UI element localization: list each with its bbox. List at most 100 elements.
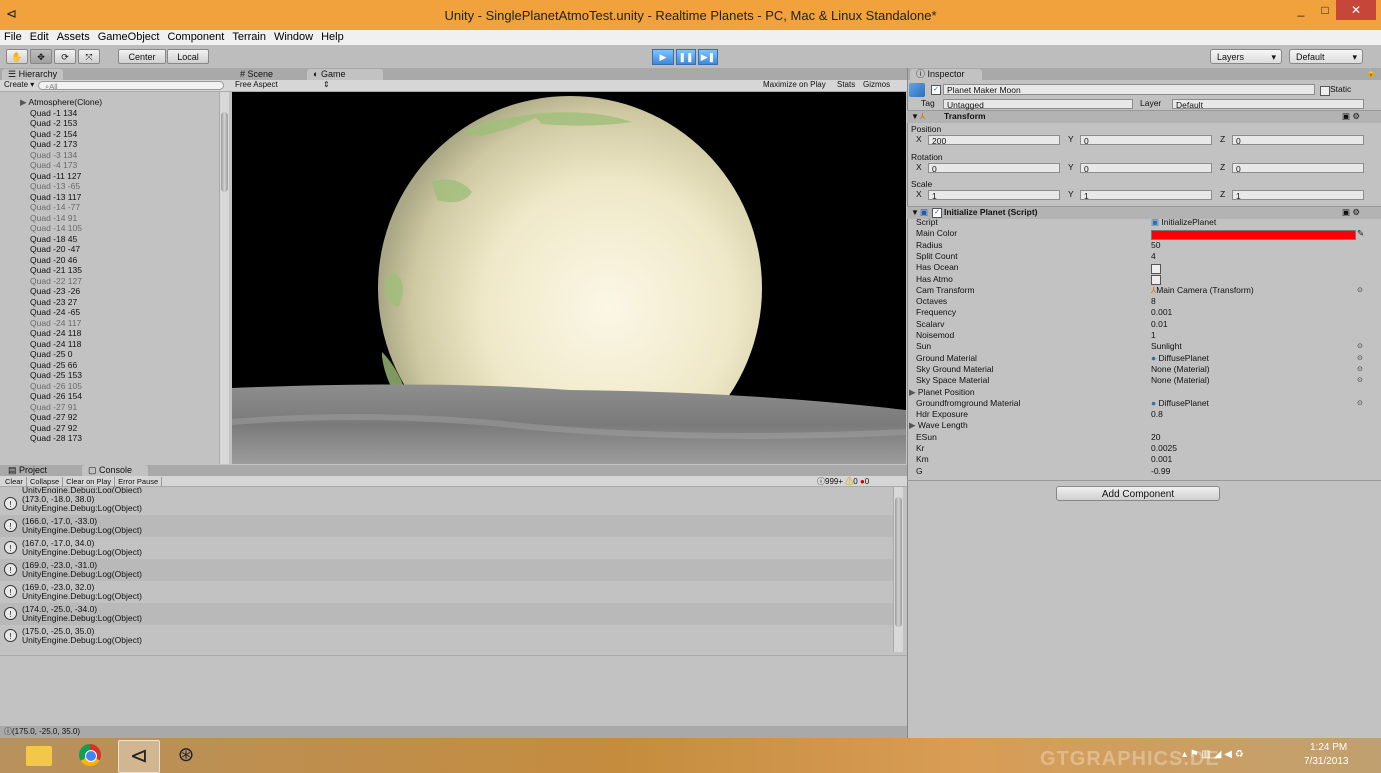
menu-terrain[interactable]: Terrain [228,30,270,45]
create-dropdown[interactable]: Create ▾ [4,80,34,89]
prop-value[interactable]: ● DiffusePlanet [1151,398,1209,409]
hierarchy-item[interactable]: Quad -25 0 [30,349,73,360]
hierarchy-item[interactable]: Quad -20 -47 [30,244,80,255]
menu-window[interactable]: Window [270,30,317,45]
hierarchy-scrollbar[interactable] [219,92,229,464]
static-checkbox[interactable] [1320,86,1330,96]
object-picker-icon[interactable]: ⊙ [1357,354,1363,362]
remote-desktop-icon[interactable]: ⊛ [166,740,206,771]
play-button[interactable]: ▶ [652,49,674,65]
hierarchy-item[interactable]: Quad -21 135 [30,265,82,276]
prop-value[interactable]: None (Material) [1151,364,1210,375]
scale-tool-button[interactable]: ⤧ [78,49,100,64]
move-tool-button[interactable]: ✥ [30,49,52,64]
foldout-arrow-icon[interactable]: ▶ [909,387,918,397]
hierarchy-item[interactable]: Quad -14 105 [30,223,82,234]
eyedropper-icon[interactable]: ✎ [1357,228,1364,239]
menu-component[interactable]: Component [163,30,228,45]
tab-scene[interactable]: # Scene [234,69,279,80]
foldout-icon[interactable]: ▼ [911,111,919,122]
object-picker-icon[interactable]: ⊙ [1357,342,1363,350]
prop-value[interactable]: 0.01 [1151,319,1168,330]
object-picker-icon[interactable]: ⊙ [1357,376,1363,384]
menu-assets[interactable]: Assets [53,30,94,45]
hierarchy-item[interactable]: Quad -14 91 [30,213,77,224]
hierarchy-item[interactable]: Quad -14 -77 [30,202,80,213]
object-picker-icon[interactable]: ⊙ [1357,286,1363,294]
menu-gameobject[interactable]: GameObject [94,30,164,45]
prop-value[interactable]: 0.001 [1151,454,1172,465]
hierarchy-item[interactable]: Quad -13 117 [30,192,81,203]
hierarchy-item[interactable]: Quad -2 173 [30,139,77,150]
hierarchy-item[interactable]: Quad -23 27 [30,297,77,308]
tab-game[interactable]: ◐ Game [307,69,383,80]
hierarchy-item[interactable]: Quad -25 66 [30,360,77,371]
gear-icon[interactable]: ▣ ⚙ [1342,207,1360,218]
prop-value[interactable]: 20 [1151,432,1160,443]
console-entry[interactable]: ! (167.0, -17.0, 34.0) UnityEngine.Debug:L… [0,537,893,559]
gear-icon[interactable]: ▣ ⚙ [1342,111,1360,122]
hierarchy-item[interactable]: Quad -26 105 [30,381,82,392]
rotation-z-field[interactable]: 0 [1232,163,1364,174]
pause-button[interactable]: ❚❚ [676,49,696,65]
menu-help[interactable]: Help [317,30,348,45]
console-entry[interactable]: ! (169.0, -23.0, 32.0) UnityEngine.Debug:L… [0,581,893,603]
tab-inspector[interactable]: ⓘ Inspector [910,69,982,80]
minimize-button[interactable]: _ [1288,0,1314,20]
prop-value[interactable]: 8 [1151,296,1156,307]
rotation-y-field[interactable]: 0 [1080,163,1212,174]
console-scrollbar[interactable] [893,487,903,652]
chrome-icon[interactable] [70,740,110,771]
hierarchy-item[interactable]: Quad -18 45 [30,234,77,245]
menu-edit[interactable]: Edit [26,30,53,45]
console-entry[interactable]: ! (169.0, -23.0, -31.0) UnityEngine.Debug:… [0,559,893,581]
tray-icons[interactable]: ▴ ⚑ ▥ ◢ ◀ ♻ [1182,749,1244,760]
maximize-on-play-toggle[interactable]: Maximize on Play [763,80,826,89]
gizmos-dropdown[interactable]: Gizmos [863,80,890,89]
hierarchy-item[interactable]: Quad -24 118 [30,339,81,350]
hierarchy-item[interactable]: Quad -22 127 [30,276,82,287]
position-y-field[interactable]: 0 [1080,135,1212,146]
position-x-field[interactable]: 200 [928,135,1060,146]
console-entry[interactable]: ! (173.0, -18.0, 38.0) UnityEngine.Debug:L… [0,493,893,515]
close-button[interactable]: ✕ [1336,0,1376,20]
hierarchy-item[interactable]: Quad -1 134 [30,108,77,119]
has-ocean-checkbox[interactable] [1151,264,1161,274]
hierarchy-item[interactable]: Quad -24 -65 [30,307,80,318]
hierarchy-item[interactable]: Quad -24 118 [30,328,81,339]
hierarchy-scroll-thumb[interactable] [221,112,228,192]
prop-value[interactable]: 50 [1151,240,1160,251]
main-color-field[interactable] [1151,230,1356,240]
hierarchy-item[interactable]: Quad -3 134 [30,150,77,161]
console-entry[interactable]: ! (166.0, -17.0, -33.0) UnityEngine.Debug:… [0,515,893,537]
rotation-x-field[interactable]: 0 [928,163,1060,174]
pivot-center-button[interactable]: Center [118,49,166,64]
hierarchy-item[interactable]: Quad -13 -65 [30,181,80,192]
hierarchy-item[interactable]: Quad -2 154 [30,129,77,140]
hierarchy-item[interactable]: Quad -20 46 [30,255,77,266]
hierarchy-item[interactable]: Quad -2 153 [30,118,77,129]
active-checkbox[interactable]: ✓ [931,85,941,95]
prop-value[interactable]: 4 [1151,251,1156,262]
hierarchy-item[interactable]: Quad -4 173 [30,160,77,171]
prop-value[interactable]: 0.8 [1151,409,1163,420]
hierarchy-item[interactable]: Quad -11 127 [30,171,81,182]
console-scroll-thumb[interactable] [895,497,902,627]
hierarchy-item[interactable]: Quad -27 92 [30,423,77,434]
tab-console[interactable]: ▢ Console [82,465,148,476]
game-viewport[interactable] [232,92,906,464]
prop-value[interactable]: 0.001 [1151,307,1172,318]
object-picker-icon[interactable]: ⊙ [1357,399,1363,407]
lock-icon[interactable]: 🔒 [1366,68,1376,77]
tab-project[interactable]: ▤ Project [2,465,53,476]
hierarchy-item[interactable]: Quad -27 92 [30,412,77,423]
console-entry[interactable]: ! (174.0, -25.0, -34.0) UnityEngine.Debug:… [0,603,893,625]
hierarchy-search-input[interactable]: ⌕All [38,81,224,91]
object-picker-icon[interactable]: ⊙ [1357,365,1363,373]
object-name-input[interactable]: Planet Maker Moon [943,84,1315,95]
layer-dropdown[interactable]: Default [1172,99,1364,110]
console-entry[interactable]: ! (175.0, -25.0, 35.0) UnityEngine.Debug:L… [0,625,893,647]
maximize-button[interactable]: □ [1314,0,1336,20]
has-atmo-checkbox[interactable] [1151,275,1161,285]
prop-value[interactable]: ● DiffusePlanet [1151,353,1209,364]
